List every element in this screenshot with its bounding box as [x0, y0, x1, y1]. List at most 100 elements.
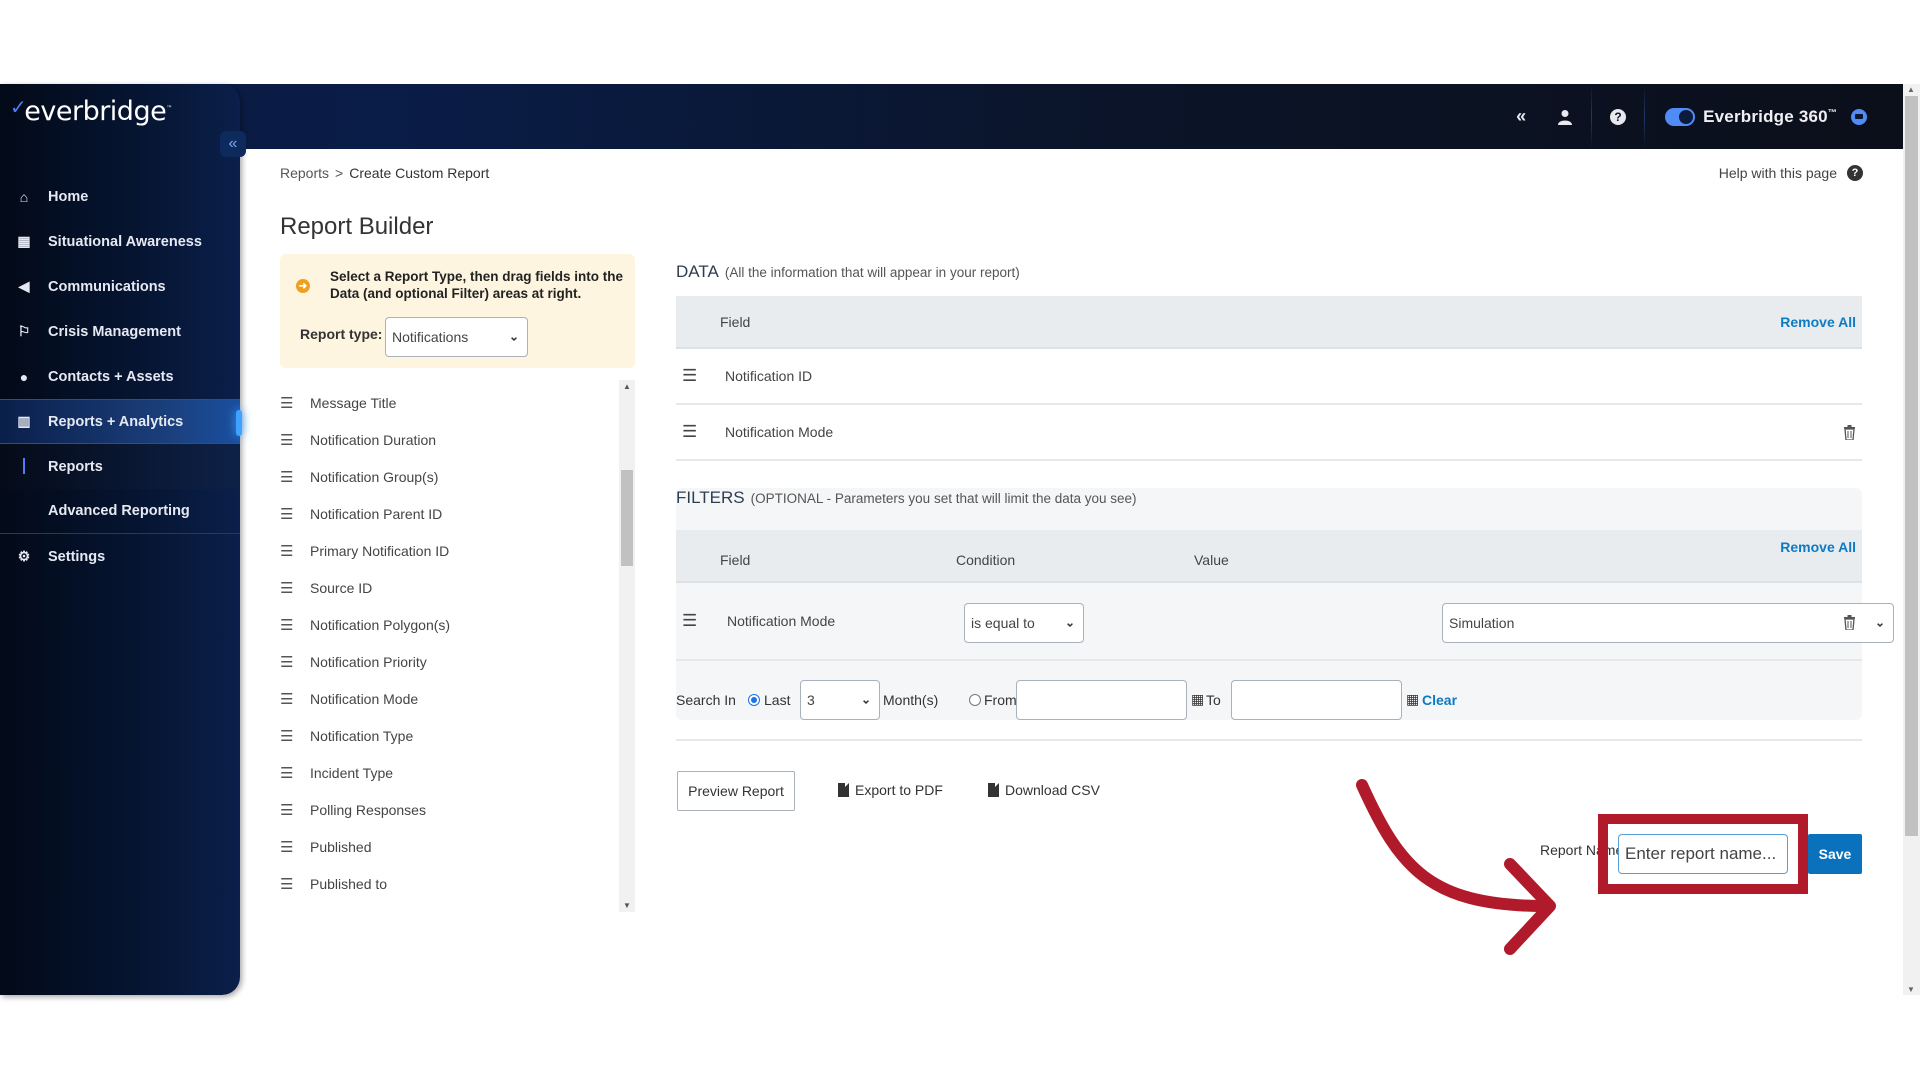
- help-with-page-link[interactable]: Help with this page ?: [1719, 165, 1863, 181]
- location-pin-icon: ●: [19, 368, 29, 385]
- filters-remove-all-button[interactable]: Remove All: [1780, 539, 1856, 555]
- help-button[interactable]: ?: [1596, 84, 1640, 149]
- last-radio[interactable]: [748, 694, 760, 706]
- sidebar-item-situational-awareness[interactable]: ▦ Situational Awareness: [0, 219, 240, 264]
- to-date-input[interactable]: [1231, 680, 1402, 720]
- list-item[interactable]: ☰ Source ID: [280, 569, 635, 606]
- data-subtitle: (All the information that will appear in…: [724, 265, 1020, 280]
- column-header-value: Value: [1194, 552, 1229, 568]
- drag-handle-icon[interactable]: ☰: [682, 422, 697, 442]
- calendar-icon[interactable]: ▦: [1406, 691, 1419, 708]
- list-item[interactable]: ☰ Notification Polygon(s): [280, 606, 635, 643]
- bar-chart-icon: ▥: [17, 413, 31, 429]
- list-item[interactable]: ☰ Notification Group(s): [280, 458, 635, 495]
- breadcrumb-reports-link[interactable]: Reports: [280, 165, 329, 181]
- current-indicator: [23, 458, 25, 474]
- save-button[interactable]: Save: [1808, 834, 1862, 874]
- question-circle-icon: ?: [1847, 165, 1863, 181]
- preview-report-button[interactable]: Preview Report: [677, 771, 795, 811]
- scroll-thumb[interactable]: [1905, 96, 1918, 836]
- data-field-name: Notification Mode: [725, 424, 834, 440]
- gear-icon: ⚙: [17, 548, 31, 564]
- sidebar-item-communications[interactable]: ◀ Communications: [0, 264, 240, 309]
- export-pdf-button[interactable]: Export to PDF: [838, 782, 943, 798]
- clear-dates-button[interactable]: Clear: [1422, 692, 1457, 708]
- from-label: From: [984, 692, 1017, 708]
- filters-subtitle: (OPTIONAL - Parameters you set that will…: [750, 491, 1137, 506]
- collapse-panel-button[interactable]: «: [1499, 84, 1543, 149]
- field-items: ☰ Message Title ☰ Notification Duration ☰ Not…: [280, 380, 635, 902]
- chat-icon[interactable]: [1851, 108, 1867, 125]
- last-months-select[interactable]: 3 ⌄: [800, 680, 880, 720]
- list-item[interactable]: ☰ Primary Notification ID: [280, 532, 635, 569]
- user-profile-button[interactable]: [1543, 84, 1587, 149]
- report-name-input[interactable]: [1618, 834, 1788, 874]
- scroll-down-arrow-icon[interactable]: ▼: [623, 901, 631, 910]
- drag-handle-icon[interactable]: ☰: [682, 366, 697, 386]
- top-bar: « ? Everbridge 360™: [0, 84, 1903, 149]
- sidebar-subitem-advanced-reporting[interactable]: Advanced Reporting: [0, 489, 240, 534]
- data-remove-all-button[interactable]: Remove All: [1780, 314, 1856, 330]
- list-item[interactable]: ☰ Notification Type: [280, 717, 635, 754]
- drag-handle-icon: ☰: [280, 653, 294, 671]
- field-list-scrollbar[interactable]: ▲ ▼: [619, 380, 635, 912]
- everbridge-360-toggle[interactable]: [1665, 107, 1696, 126]
- list-item[interactable]: ☰ Published to: [280, 865, 635, 902]
- sidebar-item-label: Settings: [48, 548, 106, 565]
- sidebar-item-settings[interactable]: ⚙ Settings: [0, 534, 240, 579]
- topbar-actions: « ? Everbridge 360™: [1499, 84, 1867, 149]
- from-radio[interactable]: [969, 694, 981, 706]
- page-title: Report Builder: [280, 213, 434, 240]
- breadcrumb-separator: >: [335, 165, 344, 181]
- filters-section-title: FILTERS (OPTIONAL - Parameters you set th…: [676, 488, 1137, 508]
- list-item[interactable]: ☰ Notification Duration: [280, 421, 635, 458]
- list-item[interactable]: ☰ Message Title: [280, 384, 635, 421]
- last-months-value: 3: [807, 692, 815, 708]
- trash-icon[interactable]: [1843, 425, 1856, 440]
- report-type-select[interactable]: Notifications ⌄: [385, 317, 528, 357]
- value-select[interactable]: Simulation ⌄: [1442, 603, 1894, 643]
- preview-report-label: Preview Report: [688, 783, 784, 799]
- to-label: To: [1206, 692, 1221, 708]
- from-date-input[interactable]: [1016, 680, 1187, 720]
- drag-handle-icon: ☰: [280, 394, 294, 412]
- list-item[interactable]: ☰ Notification Mode: [280, 680, 635, 717]
- chevron-down-icon: ⌄: [1874, 615, 1885, 630]
- everbridge-logo[interactable]: ✓everbridge™: [10, 95, 172, 127]
- sidebar-item-reports-analytics[interactable]: ▥ Reports + Analytics: [0, 399, 242, 444]
- table-row: ☰ Notification Mode: [676, 405, 1862, 461]
- drag-handle-icon: ☰: [280, 875, 294, 893]
- download-csv-button[interactable]: Download CSV: [988, 782, 1100, 798]
- app-window: « ? Everbridge 360™ ✓everbridge™ ⌂ Home …: [0, 84, 1920, 995]
- scroll-up-arrow-icon[interactable]: ▲: [623, 382, 631, 391]
- available-fields-list: ☰ Message Title ☰ Notification Duration ☰ Not…: [280, 380, 635, 912]
- sidebar-item-home[interactable]: ⌂ Home: [0, 174, 240, 219]
- sidebar-item-label: Advanced Reporting: [48, 503, 190, 519]
- trash-icon[interactable]: [1843, 615, 1856, 630]
- report-type-value: Notifications: [392, 329, 469, 345]
- sidebar-item-crisis-management[interactable]: ⚐ Crisis Management: [0, 309, 240, 354]
- drag-handle-icon[interactable]: ☰: [682, 611, 697, 631]
- instruction-notice: ➜ Select a Report Type, then drag fields…: [280, 254, 635, 368]
- page-scrollbar[interactable]: ▲ ▼: [1903, 84, 1920, 995]
- collapse-sidebar-button[interactable]: «: [220, 131, 246, 157]
- sidebar-item-contacts-assets[interactable]: ● Contacts + Assets: [0, 354, 240, 399]
- scroll-up-arrow-icon[interactable]: ▲: [1907, 85, 1915, 94]
- drag-handle-icon: ☰: [280, 764, 294, 782]
- column-header-condition: Condition: [956, 552, 1016, 568]
- condition-select[interactable]: is equal to ⌄: [964, 603, 1084, 643]
- export-pdf-label: Export to PDF: [855, 782, 943, 798]
- list-item[interactable]: ☰ Notification Priority: [280, 643, 635, 680]
- field-name: Notification Mode: [310, 690, 419, 707]
- list-item[interactable]: ☰ Incident Type: [280, 754, 635, 791]
- list-item[interactable]: ☰ Published: [280, 828, 635, 865]
- calendar-icon[interactable]: ▦: [1191, 691, 1204, 708]
- data-section-title: DATA (All the information that will appea…: [676, 262, 1020, 282]
- field-name: Incident Type: [310, 764, 394, 781]
- sidebar-subitem-reports[interactable]: Reports: [0, 444, 240, 489]
- list-item[interactable]: ☰ Polling Responses: [280, 791, 635, 828]
- scroll-thumb[interactable]: [621, 470, 633, 566]
- search-in-row: Search In Last 3 ⌄ Month(s) From ▦ To ▦ …: [676, 680, 1862, 720]
- list-item[interactable]: ☰ Notification Parent ID: [280, 495, 635, 532]
- scroll-down-arrow-icon[interactable]: ▼: [1907, 985, 1915, 994]
